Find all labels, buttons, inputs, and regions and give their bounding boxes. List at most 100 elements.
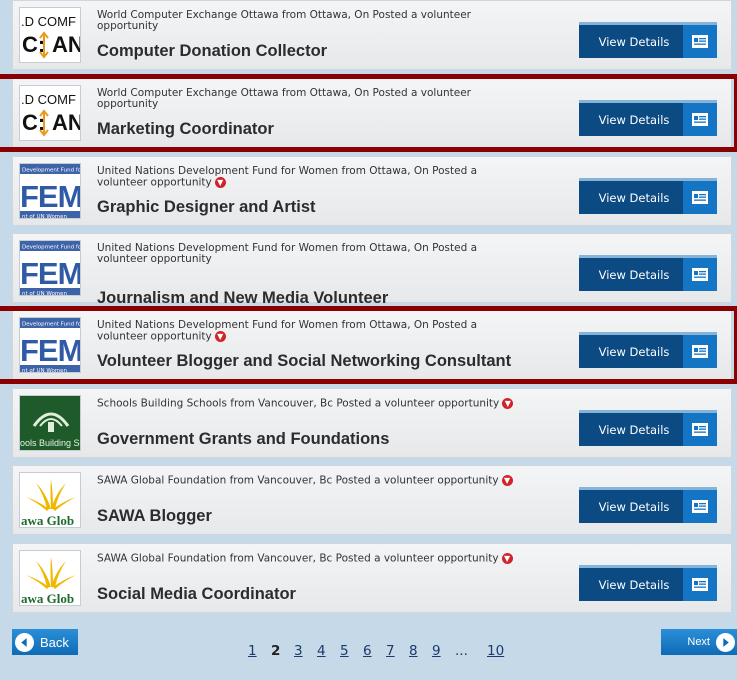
chevron-down-icon[interactable]: ▼ xyxy=(502,398,514,409)
svg-text:Development Fund for: Development Fund for xyxy=(22,168,81,174)
opportunity-title[interactable]: Computer Donation Collector xyxy=(97,42,327,61)
view-details-label: View Details xyxy=(598,344,670,359)
svg-text:FEM: FEM xyxy=(20,333,81,368)
arrow-left-icon xyxy=(15,632,34,652)
svg-text:nt of UN Women: nt of UN Women xyxy=(22,291,68,296)
view-details-label: View Details xyxy=(598,190,670,205)
posting-meta-text: United Nations Development Fund for Wome… xyxy=(97,165,478,189)
view-details-label: View Details xyxy=(598,267,670,282)
posting-meta-text: SAWA Global Foundation from Vancouver, B… xyxy=(97,474,499,487)
next-button[interactable]: Next xyxy=(661,629,737,655)
view-details-button[interactable]: View Details xyxy=(579,565,717,601)
page-link[interactable]: 10 xyxy=(487,643,510,659)
details-card-icon xyxy=(683,568,717,601)
svg-text:nt of UN Women: nt of UN Women xyxy=(22,368,68,373)
posting-meta: United Nations Development Fund for Wome… xyxy=(97,166,527,189)
view-details-button[interactable]: View Details xyxy=(579,487,717,523)
svg-text:nt of UN Women: nt of UN Women xyxy=(22,214,68,219)
view-details-button[interactable]: View Details xyxy=(579,22,717,58)
svg-text:awa Glob: awa Glob xyxy=(21,591,74,606)
chevron-down-icon[interactable]: ▼ xyxy=(501,553,513,564)
organization-logo[interactable]: Development Fund for FEM nt of UN Women xyxy=(19,240,81,296)
posting-meta-text: World Computer Exchange Ottawa from Otta… xyxy=(97,9,471,32)
details-card-icon xyxy=(683,490,717,523)
posting-meta: Schools Building Schools from Vancouver,… xyxy=(97,398,527,410)
opportunity-row: awa Glob SAWA Global Foundation from Van… xyxy=(12,543,732,613)
opportunity-row: Development Fund for FEM nt of UN Women … xyxy=(0,306,737,384)
organization-logo[interactable]: .D COMF C: AN xyxy=(19,7,81,63)
svg-text:FEM: FEM xyxy=(20,179,81,214)
posting-meta-text: United Nations Development Fund for Wome… xyxy=(97,319,478,343)
organization-logo[interactable]: .D COMF C: AN xyxy=(19,85,81,141)
view-details-button[interactable]: View Details xyxy=(579,410,717,446)
logo-text: .D COMF xyxy=(21,14,76,29)
posting-meta: United Nations Development Fund for Wome… xyxy=(97,243,527,265)
page-ellipsis: ... xyxy=(455,643,468,659)
posting-meta-text: SAWA Global Foundation from Vancouver, B… xyxy=(97,552,499,565)
page-link[interactable]: 8 xyxy=(409,643,432,659)
opportunity-title[interactable]: Graphic Designer and Artist xyxy=(97,198,316,217)
details-card-icon xyxy=(683,181,717,214)
page-link[interactable]: 9 xyxy=(432,643,455,659)
posting-meta-text: Schools Building Schools from Vancouver,… xyxy=(97,397,500,410)
pagination-bar: Back 1 2 3 4 5 6 7 8 9... 10 Next xyxy=(0,625,737,680)
organization-logo[interactable]: awa Glob xyxy=(19,550,81,606)
arrow-right-icon xyxy=(716,632,735,652)
posting-meta-text: World Computer Exchange Ottawa from Otta… xyxy=(97,87,471,110)
opportunity-title[interactable]: Government Grants and Foundations xyxy=(97,430,389,449)
svg-text:AN: AN xyxy=(52,110,81,135)
opportunity-row: ools Building Scho Schools Building Scho… xyxy=(12,388,732,458)
details-card-icon xyxy=(683,413,717,446)
current-page: 2 xyxy=(271,643,281,659)
page-link[interactable]: 1 xyxy=(248,643,271,659)
view-details-button[interactable]: View Details xyxy=(579,255,717,291)
posting-meta: SAWA Global Foundation from Vancouver, B… xyxy=(97,553,527,565)
page-link[interactable]: 5 xyxy=(340,643,363,659)
opportunity-title[interactable]: Marketing Coordinator xyxy=(97,120,274,139)
view-details-button[interactable]: View Details xyxy=(579,178,717,214)
opportunity-row: .D COMF C: AN World Computer Exchange Ot… xyxy=(0,74,737,152)
page-link[interactable]: 7 xyxy=(386,643,409,659)
posting-meta: United Nations Development Fund for Wome… xyxy=(97,320,527,343)
details-card-icon xyxy=(683,258,717,291)
back-label: Back xyxy=(40,634,69,650)
posting-meta-text: United Nations Development Fund for Wome… xyxy=(97,242,478,265)
svg-text:FEM: FEM xyxy=(20,256,81,291)
back-button[interactable]: Back xyxy=(12,629,78,655)
organization-logo[interactable]: awa Glob xyxy=(19,472,81,528)
view-details-label: View Details xyxy=(598,499,670,514)
opportunity-row: .D COMF C: AN World Computer Exchange Ot… xyxy=(12,0,732,70)
organization-logo[interactable]: Development Fund for FEM nt of UN Women xyxy=(19,163,81,219)
svg-text:ools Building Scho: ools Building Scho xyxy=(20,438,81,448)
next-label: Next xyxy=(687,636,710,648)
organization-logo[interactable]: ools Building Scho xyxy=(19,395,81,451)
opportunity-row: awa Glob SAWA Global Foundation from Van… xyxy=(12,465,732,535)
chevron-down-icon[interactable]: ▼ xyxy=(214,331,226,342)
posting-meta: SAWA Global Foundation from Vancouver, B… xyxy=(97,475,527,487)
opportunity-row: Development Fund for FEM nt of UN Women … xyxy=(12,233,732,307)
page-link[interactable]: 3 xyxy=(294,643,317,659)
details-card-icon xyxy=(683,25,717,58)
logo-text: .D COMF xyxy=(21,92,76,107)
svg-text:awa Glob: awa Glob xyxy=(21,513,74,528)
page-link[interactable]: 4 xyxy=(317,643,340,659)
view-details-button[interactable]: View Details xyxy=(579,332,717,368)
opportunity-title[interactable]: Social Media Coordinator xyxy=(97,585,296,604)
opportunity-title[interactable]: SAWA Blogger xyxy=(97,507,212,526)
view-details-label: View Details xyxy=(598,422,670,437)
organization-logo[interactable]: Development Fund for FEM nt of UN Women xyxy=(19,317,81,373)
posting-meta: World Computer Exchange Ottawa from Otta… xyxy=(97,10,527,32)
view-details-label: View Details xyxy=(598,112,670,127)
opportunity-title[interactable]: Journalism and New Media Volunteer xyxy=(97,289,388,308)
view-details-label: View Details xyxy=(598,34,670,49)
svg-text:Development Fund for: Development Fund for xyxy=(22,245,81,251)
opportunity-row: Development Fund for FEM nt of UN Women … xyxy=(12,156,732,226)
page-numbers: 1 2 3 4 5 6 7 8 9... 10 xyxy=(248,643,510,659)
chevron-down-icon[interactable]: ▼ xyxy=(501,475,513,486)
details-card-icon xyxy=(683,335,717,368)
page-link[interactable]: 6 xyxy=(363,643,386,659)
view-details-button[interactable]: View Details xyxy=(579,100,717,136)
chevron-down-icon[interactable]: ▼ xyxy=(214,177,226,188)
opportunity-title[interactable]: Volunteer Blogger and Social Networking … xyxy=(97,352,511,371)
details-card-icon xyxy=(683,103,717,136)
